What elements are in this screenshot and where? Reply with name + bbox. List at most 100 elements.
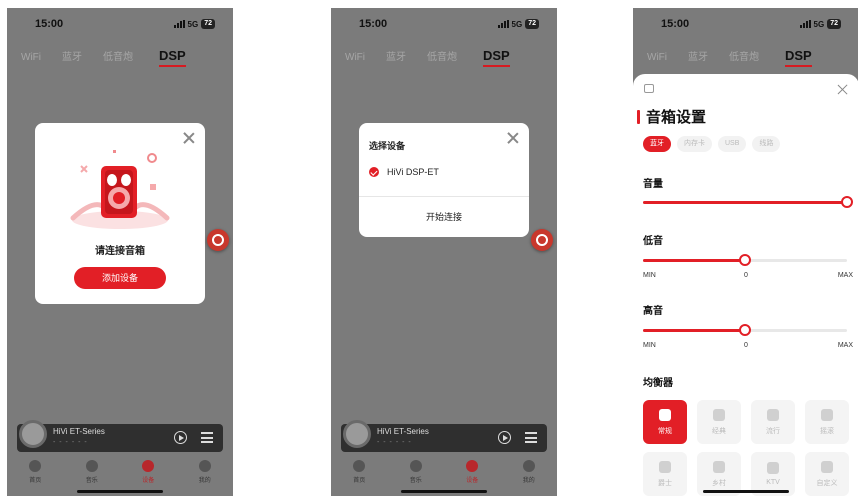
sheet-title: 音箱设置 (646, 109, 707, 126)
status-bar: 15:00 5G 72 (7, 8, 233, 38)
equalizer-label: 均衡器 (643, 378, 673, 389)
connect-message: 请连接音箱 (95, 246, 145, 257)
source-line-chip[interactable]: 线路 (752, 136, 781, 152)
select-device-dialog: 选择设备 HiVi DSP-ET 开始连接 (359, 123, 529, 237)
bass-knob[interactable] (739, 254, 751, 266)
volume-fill (643, 201, 847, 204)
signal-icon (799, 20, 811, 28)
status-time: 15:00 (661, 18, 690, 30)
status-bar: 15:00 5G 72 (633, 8, 858, 38)
nav-home[interactable]: 首页 (339, 456, 379, 496)
player-subtitle: - - - - - - (377, 439, 412, 446)
device-icon (142, 460, 155, 472)
nav-home[interactable]: 首页 (15, 456, 55, 496)
nav-profile[interactable]: 我的 (185, 456, 225, 496)
floating-search-icon[interactable] (207, 229, 229, 251)
tab-wifi[interactable]: WiFi (345, 52, 365, 63)
source-sdcard-chip[interactable]: 内存卡 (677, 136, 712, 152)
source-usb-chip[interactable]: USB (718, 136, 747, 152)
player-subtitle: - - - - - - (53, 439, 88, 446)
floating-search-icon[interactable] (531, 229, 553, 251)
expand-icon[interactable] (644, 84, 654, 93)
jazz-icon (659, 460, 671, 473)
tab-dsp[interactable]: DSP (785, 48, 812, 67)
tab-bluetooth[interactable]: 蓝牙 (62, 48, 82, 63)
tab-wifi[interactable]: WiFi (21, 52, 41, 63)
guitar-icon (767, 408, 779, 421)
mini-player[interactable]: HiVi ET-Series - - - - - - (341, 420, 547, 452)
mini-player[interactable]: HiVi ET-Series - - - - - - (17, 420, 223, 452)
bass-label: 低音 (643, 236, 663, 247)
play-icon[interactable] (174, 431, 187, 444)
volume-slider[interactable] (643, 196, 853, 208)
nav-profile[interactable]: 我的 (509, 456, 549, 496)
house-icon (713, 460, 725, 473)
music-icon (85, 460, 98, 472)
speaker-settings-sheet: 音箱设置 蓝牙 内存卡 USB 线路 音量 低音 MIN 0 MAX 高音 MI… (633, 74, 858, 496)
playlist-icon[interactable] (201, 432, 213, 443)
eq-preset-custom[interactable]: 自定义 (805, 452, 849, 496)
piano-icon (713, 408, 725, 421)
source-bluetooth-chip[interactable]: 蓝牙 (643, 136, 671, 152)
eq-preset-jazz[interactable]: 爵士 (643, 452, 687, 496)
battery-icon: 72 (525, 19, 539, 29)
eq-preset-classic[interactable]: 经典 (697, 400, 741, 444)
grid-icon (821, 460, 833, 473)
home-indicator (401, 490, 487, 493)
dialog-title: 选择设备 (369, 141, 406, 151)
speaker-illustration (70, 150, 170, 229)
check-icon (369, 167, 379, 177)
network-label: 5G (511, 19, 523, 29)
tab-bluetooth[interactable]: 蓝牙 (386, 48, 406, 63)
eq-preset-pop[interactable]: 流行 (751, 400, 795, 444)
top-tabs: WiFi 蓝牙 低音炮 DSP (345, 48, 549, 67)
treble-slider[interactable] (643, 324, 853, 336)
equalizer-presets: 常规 经典 流行 摇滚 爵士 乡村 KTV 自定义 (643, 400, 849, 496)
source-chips: 蓝牙 内存卡 USB 线路 (643, 136, 781, 152)
tab-dsp[interactable]: DSP (159, 48, 186, 67)
start-connect-button[interactable]: 开始连接 (359, 210, 529, 223)
battery-icon: 72 (201, 19, 215, 29)
bass-slider[interactable] (643, 254, 853, 266)
album-art (343, 420, 371, 448)
home-icon (29, 460, 42, 472)
tab-subwoofer[interactable]: 低音炮 (427, 48, 457, 63)
playlist-icon[interactable] (525, 432, 537, 443)
eq-preset-rock[interactable]: 摇滚 (805, 400, 849, 444)
tab-subwoofer[interactable]: 低音炮 (103, 48, 133, 63)
tab-subwoofer[interactable]: 低音炮 (729, 48, 759, 63)
status-bar: 15:00 5G 72 (331, 8, 557, 38)
home-indicator (77, 490, 163, 493)
network-label: 5G (813, 19, 825, 29)
play-icon[interactable] (498, 431, 511, 444)
signal-icon (497, 20, 509, 28)
volume-knob[interactable] (841, 196, 853, 208)
signal-icon (173, 20, 185, 28)
eq-preset-normal[interactable]: 常规 (643, 400, 687, 444)
home-icon (353, 460, 366, 472)
profile-icon (522, 460, 535, 472)
tab-dsp[interactable]: DSP (483, 48, 510, 67)
music-icon (409, 460, 422, 472)
tab-bluetooth[interactable]: 蓝牙 (688, 48, 708, 63)
add-device-button[interactable]: 添加设备 (74, 267, 166, 289)
treble-knob[interactable] (739, 324, 751, 336)
tab-wifi[interactable]: WiFi (647, 52, 667, 63)
connect-speaker-dialog: 请连接音箱 添加设备 (35, 123, 205, 304)
phone-screen-connect: 15:00 5G 72 WiFi 蓝牙 低音炮 DSP 请连接音箱 添加设备 H… (7, 8, 233, 496)
close-icon[interactable] (183, 132, 195, 144)
close-icon[interactable] (837, 84, 849, 96)
close-icon[interactable] (507, 132, 519, 144)
profile-icon (198, 460, 211, 472)
phone-screen-select-device: 15:00 5G 72 WiFi 蓝牙 低音炮 DSP 选择设备 HiVi DS… (331, 8, 557, 496)
network-label: 5G (187, 19, 199, 29)
album-art (19, 420, 47, 448)
battery-icon: 72 (827, 19, 841, 29)
player-title: HiVi ET-Series (53, 427, 105, 436)
bass-fill (643, 259, 745, 262)
device-option[interactable]: HiVi DSP-ET (369, 167, 439, 177)
phone-screen-speaker-settings: 15:00 5G 72 WiFi 蓝牙 低音炮 DSP 音箱设置 蓝牙 内存卡 … (633, 8, 858, 496)
microphone-icon (767, 462, 779, 474)
treble-label: 高音 (643, 306, 663, 317)
music-note-icon (659, 408, 671, 421)
